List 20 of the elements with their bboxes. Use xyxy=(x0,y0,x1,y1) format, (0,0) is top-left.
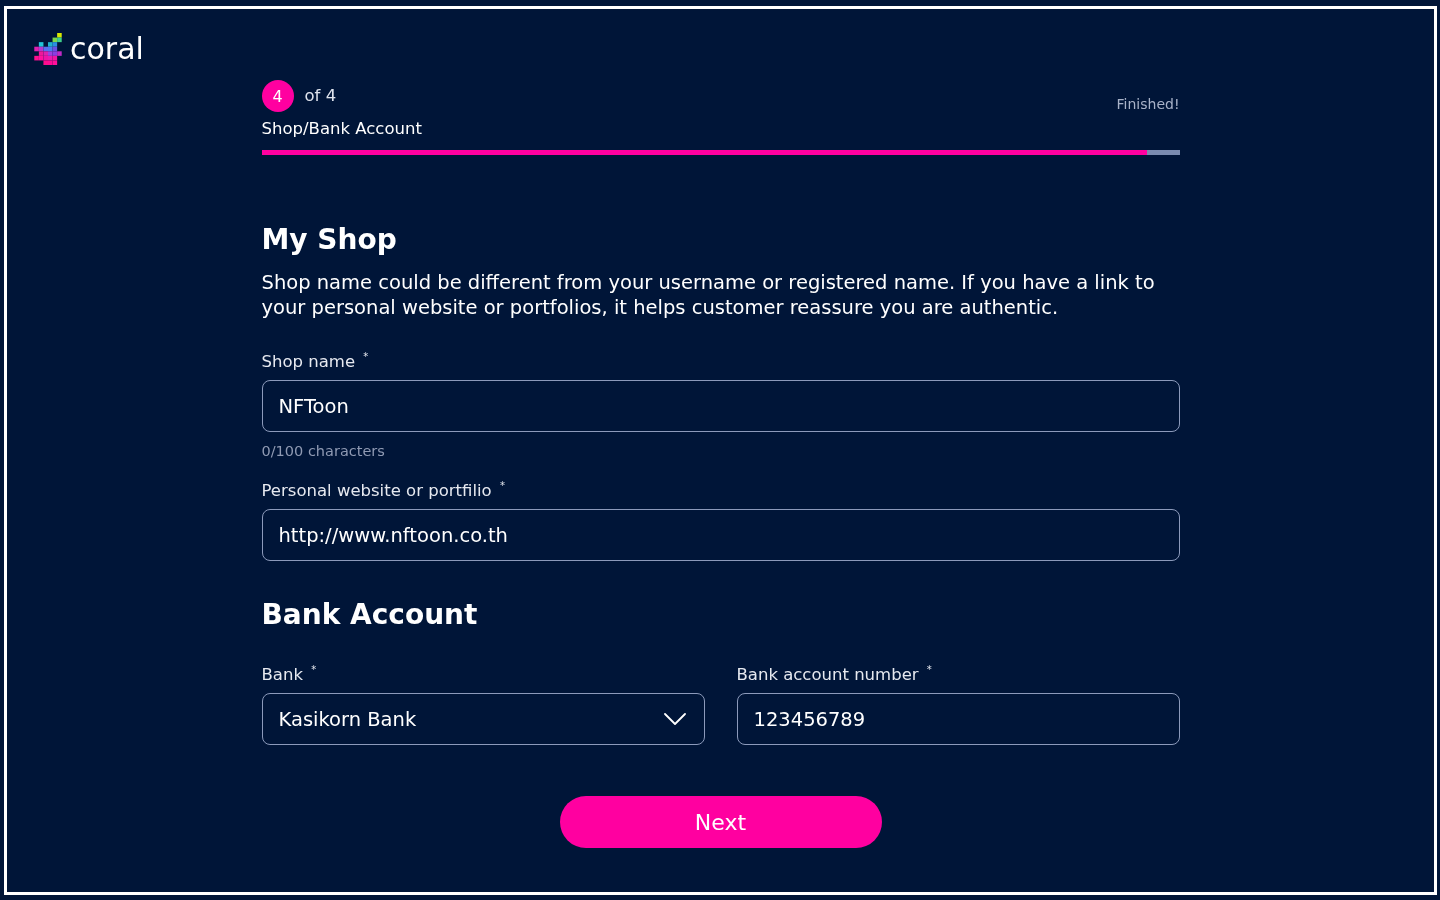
text-input[interactable]: 123456789 xyxy=(736,693,1180,745)
field-label: Bank account number $^{*}$ xyxy=(736,665,933,685)
step-title: Shop/Bank Account xyxy=(261,119,422,139)
step-total: of 4 xyxy=(304,86,337,106)
field-label: Bank $^{*}$ xyxy=(261,665,318,685)
section-description: Shop name could be different from your username or registered name. If you have a link to your personal website or portfolios, it helps customer reassure you are authentic. xyxy=(261,270,1156,320)
character-count: 0/100 characters xyxy=(261,442,386,460)
bank-select[interactable]: Kasikorn Bank xyxy=(261,693,705,745)
step-number-badge: 4 xyxy=(261,80,294,112)
field-label: Shop name $^{*}$ xyxy=(261,352,370,372)
pixel-logo-icon xyxy=(33,33,63,65)
next-button[interactable]: Next xyxy=(559,796,882,848)
logo-wordmark: coral xyxy=(70,33,144,65)
progress-end-label: Finished! xyxy=(1116,95,1180,113)
field-label: Personal website or portfilio $^{*}$ xyxy=(261,481,506,501)
chevron-down-icon xyxy=(663,713,686,725)
section-heading: Bank Account xyxy=(261,597,479,633)
section-heading: My Shop xyxy=(261,222,398,258)
text-input[interactable]: http://www.nftoon.co.th xyxy=(261,509,1180,561)
text-input[interactable]: NFToon xyxy=(261,380,1180,432)
